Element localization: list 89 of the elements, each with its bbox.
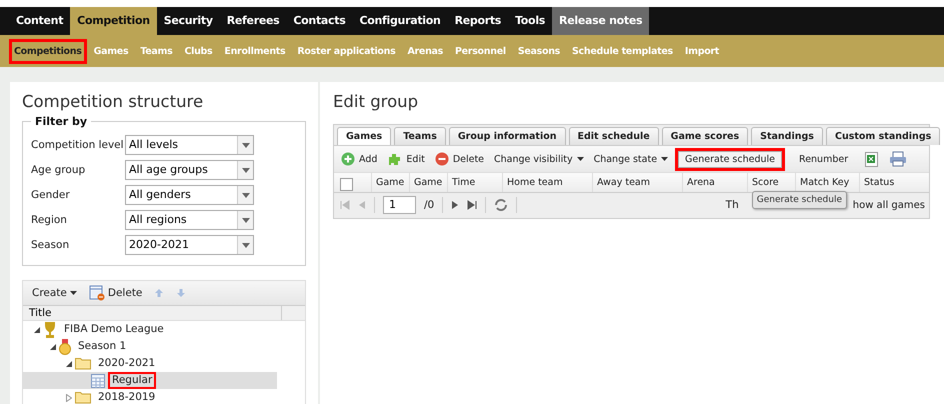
dropdown-menu-button[interactable]: Change visibility (491, 152, 587, 166)
delete-button[interactable]: Delete (86, 285, 146, 301)
select-all-checkbox[interactable] (340, 178, 353, 191)
folder-icon (75, 391, 91, 404)
column-header: Arena (683, 173, 748, 192)
refresh-icon[interactable] (494, 198, 508, 212)
expanded-toggle-icon[interactable] (34, 326, 40, 332)
filter-dropdown[interactable]: 2020-2021 (125, 235, 254, 255)
filter-dropdown[interactable]: All genders (125, 185, 254, 205)
puzzle-icon (387, 152, 402, 166)
expanded-toggle-icon[interactable] (50, 344, 56, 350)
trophy-icon (43, 322, 57, 338)
column-header: Game (410, 173, 448, 192)
main-nav-tab[interactable]: Release notes (552, 7, 650, 35)
last-page-icon[interactable] (467, 200, 478, 210)
tree-row[interactable]: Season 1 (23, 338, 277, 355)
filter-label: Age group (31, 164, 86, 176)
table-delete-icon (88, 285, 105, 301)
column-header: Title (23, 306, 282, 320)
page-total: /0 (424, 199, 434, 211)
dropdown-arrow-icon[interactable] (242, 242, 250, 248)
pager-info: Th (726, 199, 739, 211)
main-nav-tab[interactable]: Competition (70, 7, 157, 35)
tab[interactable]: Standings (751, 127, 823, 145)
dropdown-arrow-icon[interactable] (242, 142, 250, 148)
expanded-toggle-icon[interactable] (66, 360, 72, 366)
filter-label: Gender (31, 189, 71, 201)
create-menu-button[interactable]: Create (29, 287, 80, 299)
toolbar-button[interactable]: Renumber (792, 150, 856, 168)
panel-title: Competition structure (22, 92, 204, 111)
add-icon (341, 152, 355, 166)
main-nav-tab[interactable]: Content (9, 7, 70, 35)
tab[interactable]: Game scores (662, 127, 748, 145)
edit-button[interactable]: Edit (384, 150, 428, 168)
toolbar-button[interactable]: Generate schedule (678, 150, 782, 168)
column-header: Home team (503, 173, 593, 192)
add-button[interactable]: Add (338, 150, 380, 168)
main-nav-tab[interactable]: Reports (448, 7, 508, 35)
tree-node-label[interactable]: Regular (108, 372, 156, 389)
filter-dropdown[interactable]: All regions (125, 210, 254, 230)
spreadsheet-icon[interactable] (865, 152, 880, 166)
main-nav-tab[interactable]: Tools (508, 7, 552, 35)
delete-icon (434, 152, 449, 166)
column-header: Status (860, 173, 929, 192)
tooltip: Generate schedule (752, 191, 847, 209)
tab[interactable]: Custom standings (826, 127, 940, 145)
column-header: Away team (593, 173, 683, 192)
sub-nav-link[interactable]: Competitions (9, 38, 87, 64)
tab[interactable]: Teams (394, 127, 446, 145)
dropdown-arrow-icon[interactable] (242, 218, 250, 222)
dropdown-arrow-icon[interactable] (242, 192, 250, 198)
next-page-icon[interactable] (451, 200, 460, 210)
caret-icon (576, 157, 584, 161)
page-number-field[interactable]: 1 (383, 196, 416, 214)
tree-row[interactable]: FIBA Demo League (23, 321, 277, 338)
column-header: Time (448, 173, 503, 192)
tab[interactable]: Games (337, 127, 392, 145)
tab[interactable]: Group information (448, 127, 566, 145)
tree-node-label[interactable]: Season 1 (74, 338, 130, 355)
tree-row[interactable]: Regular (23, 372, 277, 389)
delete-button[interactable]: Delete (432, 150, 488, 168)
panel-title: Edit group (333, 92, 420, 111)
tree-node-label[interactable]: 2018-2019 (94, 389, 160, 404)
dropdown-arrow-icon[interactable] (242, 168, 250, 172)
collapsed-toggle-icon[interactable] (66, 394, 72, 402)
show-all-label[interactable]: how all games (852, 200, 925, 210)
filter-label: Competition level (31, 139, 125, 151)
filter-legend: Filter by (31, 115, 92, 128)
caret-icon (661, 157, 668, 161)
table-icon (91, 374, 105, 388)
printer-icon[interactable] (889, 151, 908, 167)
tree-node-label[interactable]: FIBA Demo League (60, 321, 168, 338)
main-nav-tab[interactable]: Security (156, 7, 220, 35)
tree-row[interactable]: 2020-2021 (23, 355, 277, 372)
caret-icon (70, 291, 77, 295)
filter-dropdown[interactable]: All age groups (125, 160, 254, 180)
folder-icon (75, 357, 91, 370)
column-header: Game (372, 173, 410, 192)
main-nav-tab[interactable]: Referees (220, 7, 286, 35)
main-nav-tab[interactable]: Configuration (352, 7, 448, 35)
tree-node-label[interactable]: 2020-2021 (94, 355, 160, 372)
filter-dropdown[interactable]: All levels (125, 135, 254, 155)
dropdown-menu-button[interactable]: Change state (590, 152, 672, 166)
medal-icon (59, 338, 71, 354)
tree-row[interactable]: 2018-2019 (23, 389, 277, 404)
filter-label: Season (31, 239, 70, 251)
main-nav-tab[interactable]: Contacts (286, 7, 352, 35)
filter-label: Region (31, 214, 68, 226)
tab[interactable]: Edit schedule (568, 127, 659, 145)
